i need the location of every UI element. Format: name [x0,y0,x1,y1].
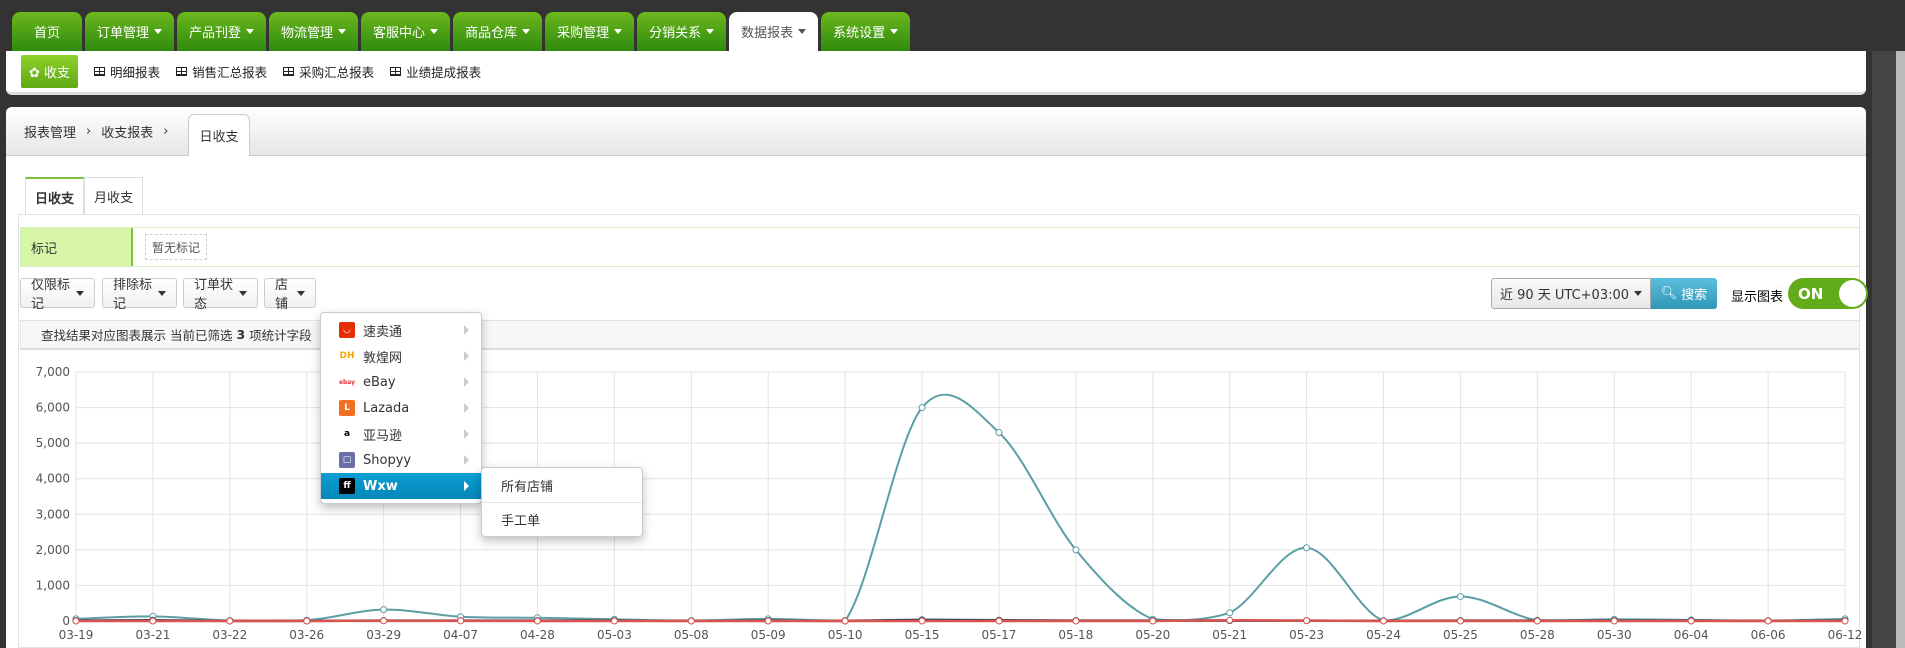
label: 敦煌网 [363,350,403,366]
shop-dropdown-menu: ◡ 速卖通 DH 敦煌网 ebay eBay L Lazada a 亚马逊 ▢ Shopyy ff Wxw [320,312,482,504]
scrollbar-thumb[interactable] [1896,51,1905,648]
lazada-icon: L [339,400,355,416]
data-point [1380,617,1388,625]
submenu-all-shops[interactable]: 所有店铺 [482,468,642,502]
data-point [1226,609,1234,617]
x-tick-label: 06-04 [1674,628,1709,642]
data-point [764,617,772,625]
shop-menu-item[interactable]: ◡ 速卖通 [321,317,481,343]
data-point [1303,617,1311,625]
data-point [1072,617,1080,625]
data-point [380,617,388,625]
x-tick-label: 03-26 [289,628,324,642]
shop-menu-item[interactable]: ff Wxw [321,473,481,499]
shop-submenu: 所有店铺 手工单 [481,467,643,537]
data-point [918,617,926,625]
data-point [1226,616,1234,624]
amazon-icon: a [339,426,355,442]
label: Wxw [363,478,398,494]
shop-menu-item[interactable]: ▢ Shopyy [321,447,481,473]
y-tick-label: 7,000 [36,365,70,379]
aliexpress-icon: ◡ [339,322,355,338]
data-point [1072,546,1080,554]
data-point [303,617,311,625]
x-tick-label: 03-21 [135,628,170,642]
x-tick-label: 03-22 [212,628,247,642]
data-point [1687,617,1695,625]
y-tick-label: 1,000 [36,578,70,592]
data-point [1456,592,1464,600]
chevron-right-icon [464,455,469,465]
data-point [918,404,926,412]
x-tick-label: 05-18 [1058,628,1093,642]
data-point [841,617,849,625]
data-point [380,606,388,614]
x-tick-label: 05-17 [982,628,1017,642]
label: 速卖通 [363,324,403,340]
data-point [687,617,695,625]
y-tick-label: 0 [62,614,70,628]
x-tick-label: 04-07 [443,628,478,642]
y-tick-label: 5,000 [36,436,70,450]
data-point [1456,617,1464,625]
data-point [1610,617,1618,625]
x-tick-label: 05-09 [751,628,786,642]
chevron-right-icon [464,403,469,413]
dhgate-icon: DH [339,348,355,364]
data-point [1149,617,1157,625]
data-point [149,617,157,625]
data-point [226,617,234,625]
y-tick-label: 4,000 [36,472,70,486]
label: 亚马逊 [363,428,403,444]
line-chart: 0 1,000 2,000 3,000 4,000 5,000 6,000 7,000 03-1… [36,365,1863,642]
wxw-icon: ff [339,478,355,494]
shop-menu-item[interactable]: DH 敦煌网 [321,343,481,369]
x-tick-label: 05-28 [1520,628,1555,642]
shopyy-icon: ▢ [339,452,355,468]
chevron-right-icon [464,377,469,387]
data-point [1764,617,1772,625]
data-point [1303,544,1311,552]
data-point [610,617,618,625]
data-point [1841,617,1849,625]
chevron-right-icon [464,481,469,491]
ebay-icon: ebay [339,374,355,390]
data-point [995,428,1003,436]
data-point [533,617,541,625]
x-tick-label: 06-06 [1751,628,1786,642]
x-tick-label: 06-12 [1828,628,1863,642]
x-tick-label: 05-03 [597,628,632,642]
x-tick-label: 05-08 [674,628,709,642]
x-tick-label: 03-19 [59,628,94,642]
x-tick-label: 05-24 [1366,628,1401,642]
scrollbar[interactable] [1872,51,1905,648]
data-point [995,617,1003,625]
x-tick-label: 03-29 [366,628,401,642]
data-point [72,617,80,625]
label: Shopyy [363,452,412,468]
x-tick-label: 05-23 [1289,628,1324,642]
data-point [457,617,465,625]
shop-menu-item[interactable]: ebay eBay [321,369,481,395]
x-tick-label: 05-20 [1135,628,1170,642]
data-point [1533,617,1541,625]
submenu-manual-order[interactable]: 手工单 [482,502,642,536]
x-tick-label: 05-25 [1443,628,1478,642]
shop-menu-item[interactable]: a 亚马逊 [321,421,481,447]
shop-menu-item[interactable]: L Lazada [321,395,481,421]
x-tick-label: 05-10 [828,628,863,642]
y-tick-label: 6,000 [36,401,70,415]
label: Lazada [363,400,410,416]
x-tick-label: 05-15 [905,628,940,642]
chevron-right-icon [464,429,469,439]
chevron-right-icon [464,325,469,335]
x-tick-label: 05-21 [1212,628,1247,642]
series-line [76,619,1845,623]
y-tick-label: 2,000 [36,543,70,557]
y-tick-label: 3,000 [36,507,70,521]
x-tick-label: 05-30 [1597,628,1632,642]
label: eBay [363,374,396,390]
chevron-right-icon [464,351,469,361]
x-tick-label: 04-28 [520,628,555,642]
